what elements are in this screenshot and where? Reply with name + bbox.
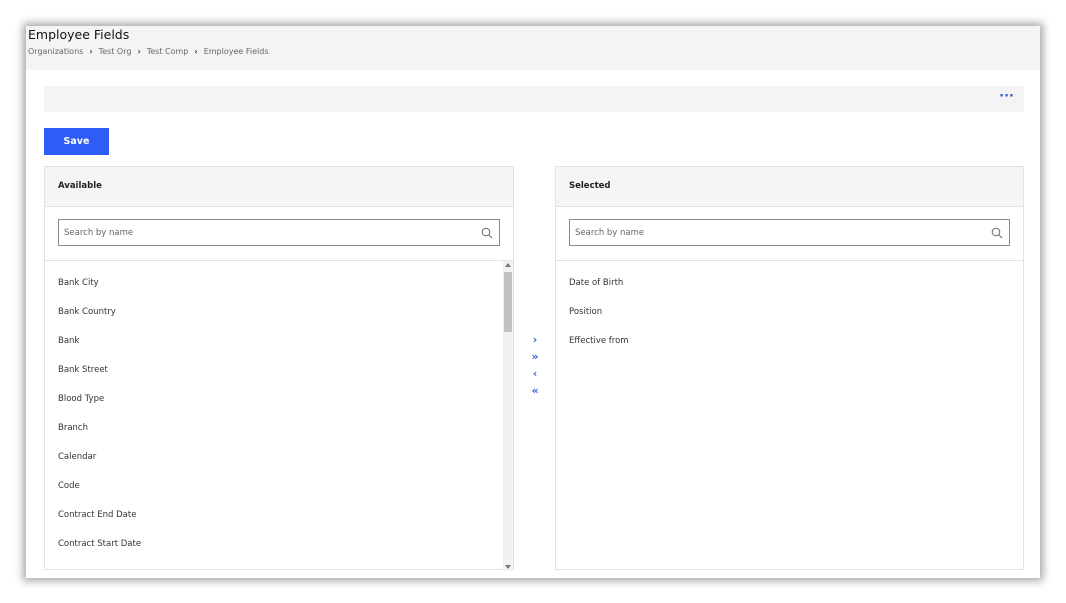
page-header: Employee Fields Organizations › Test Org… xyxy=(26,26,1040,70)
chevron-right-icon: › xyxy=(137,47,141,56)
selected-panel-title: Selected xyxy=(556,167,1023,207)
list-item[interactable]: Blood Type xyxy=(45,385,513,414)
breadcrumb-organizations[interactable]: Organizations xyxy=(28,47,83,56)
selected-panel: Selected Date of Birth Position Effectiv… xyxy=(555,166,1024,570)
list-item[interactable]: Bank City xyxy=(45,269,513,298)
list-item[interactable]: Bank xyxy=(45,327,513,356)
list-item[interactable]: Bank Street xyxy=(45,356,513,385)
available-search-area xyxy=(45,207,513,261)
search-icon[interactable] xyxy=(481,227,493,239)
search-icon[interactable] xyxy=(991,227,1003,239)
move-all-left-button[interactable]: « xyxy=(526,382,544,399)
available-list: Bank City Bank Country Bank Bank Street … xyxy=(45,261,513,559)
list-item[interactable]: Effective from xyxy=(556,327,1023,356)
available-panel-title: Available xyxy=(45,167,513,207)
app-window: Employee Fields Organizations › Test Org… xyxy=(26,26,1040,578)
breadcrumb-test-comp[interactable]: Test Comp xyxy=(147,47,189,56)
scroll-up-arrow-icon[interactable] xyxy=(505,263,511,267)
list-item[interactable]: Bank Country xyxy=(45,298,513,327)
selected-search-input[interactable] xyxy=(570,220,1009,246)
list-item[interactable]: Date of Birth xyxy=(556,269,1023,298)
scroll-down-arrow-icon[interactable] xyxy=(505,565,511,569)
available-search-box xyxy=(58,219,500,246)
available-panel: Available Bank City Bank Country Bank Ba… xyxy=(44,166,514,571)
list-item[interactable]: Contract Start Date xyxy=(45,530,513,559)
selected-search-area xyxy=(556,207,1023,261)
scroll-thumb[interactable] xyxy=(504,272,512,332)
available-search-input[interactable] xyxy=(59,220,499,246)
chevron-right-icon: › xyxy=(194,47,198,56)
page-title: Employee Fields xyxy=(28,27,130,42)
chevron-right-icon: › xyxy=(89,47,93,56)
move-right-button[interactable]: › xyxy=(526,331,544,348)
toolbar: ··· xyxy=(44,86,1024,112)
list-item[interactable]: Position xyxy=(556,298,1023,327)
available-scrollbar[interactable] xyxy=(503,261,513,571)
breadcrumb-test-org[interactable]: Test Org xyxy=(99,47,132,56)
breadcrumb-employee-fields: Employee Fields xyxy=(203,47,269,56)
list-item[interactable]: Contract End Date xyxy=(45,501,513,530)
move-all-right-button[interactable]: » xyxy=(526,348,544,365)
move-left-button[interactable]: ‹ xyxy=(526,365,544,382)
save-button[interactable]: Save xyxy=(44,128,109,155)
list-item[interactable]: Calendar xyxy=(45,443,513,472)
selected-list: Date of Birth Position Effective from xyxy=(556,261,1023,356)
list-item[interactable]: Code xyxy=(45,472,513,501)
more-options-icon[interactable]: ··· xyxy=(999,90,1014,103)
breadcrumb: Organizations › Test Org › Test Comp › E… xyxy=(28,47,268,56)
list-item[interactable]: Branch xyxy=(45,414,513,443)
transfer-controls: › » ‹ « xyxy=(526,331,544,399)
selected-search-box xyxy=(569,219,1010,246)
